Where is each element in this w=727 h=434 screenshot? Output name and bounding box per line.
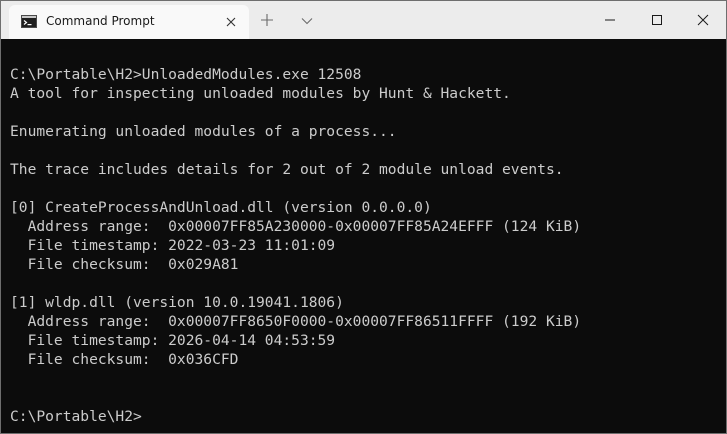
- terminal-line: File timestamp: 2026-04-14 04:53:59: [10, 332, 336, 349]
- close-icon: [697, 14, 709, 26]
- close-tab-icon[interactable]: [224, 15, 238, 29]
- terminal-line: Enumerating unloaded modules of a proces…: [10, 123, 397, 140]
- terminal-line: [1] wldp.dll (version 10.0.19041.1806): [10, 294, 344, 311]
- minimize-button[interactable]: [587, 1, 633, 39]
- tab-command-prompt[interactable]: Command Prompt: [9, 5, 249, 39]
- terminal-line: A tool for inspecting unloaded modules b…: [10, 85, 511, 102]
- tab-title: Command Prompt: [46, 14, 155, 28]
- minimize-icon: [605, 19, 615, 21]
- terminal-line: File timestamp: 2022-03-23 11:01:09: [10, 237, 336, 254]
- maximize-button[interactable]: [634, 1, 680, 39]
- terminal-line: File checksum: 0x029A81: [10, 256, 239, 273]
- maximize-icon: [652, 15, 662, 25]
- chevron-down-icon[interactable]: [300, 14, 314, 26]
- terminal-line: Address range: 0x00007FF85A230000-0x0000…: [10, 218, 582, 235]
- title-bar[interactable]: Command Prompt: [1, 1, 726, 39]
- terminal-output[interactable]: C:\Portable\H2>UnloadedModules.exe 12508…: [1, 39, 726, 433]
- terminal-line: C:\Portable\H2>UnloadedModules.exe 12508: [10, 66, 362, 83]
- terminal-prompt: C:\Portable\H2>: [10, 408, 142, 425]
- terminal-window: Command Prompt C:\Portable\H2>UnloadedMo…: [0, 0, 727, 434]
- terminal-line: File checksum: 0x036CFD: [10, 351, 239, 368]
- command-prompt-icon: [21, 15, 37, 28]
- terminal-line: [0] CreateProcessAndUnload.dll (version …: [10, 199, 432, 216]
- new-tab-plus-icon[interactable]: [259, 12, 275, 28]
- terminal-line: The trace includes details for 2 out of …: [10, 161, 564, 178]
- terminal-line: Address range: 0x00007FF8650F0000-0x0000…: [10, 313, 582, 330]
- close-window-button[interactable]: [680, 1, 726, 39]
